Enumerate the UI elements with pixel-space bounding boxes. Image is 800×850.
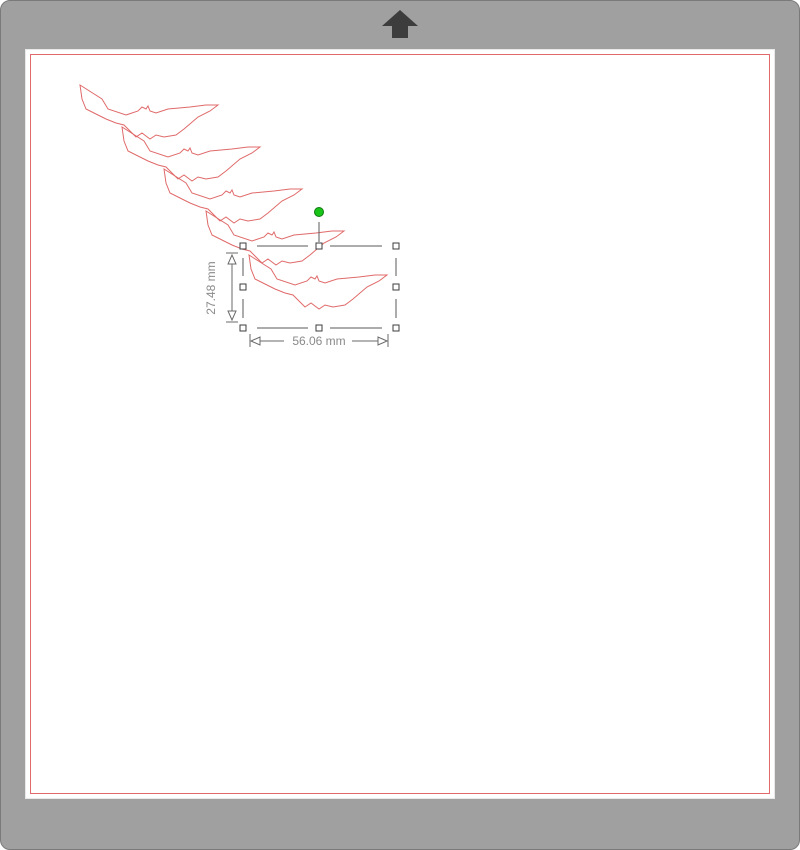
- resize-handle-top[interactable]: [315, 242, 323, 250]
- resize-handle-top-right[interactable]: [392, 242, 400, 250]
- resize-handle-right[interactable]: [392, 283, 400, 291]
- load-mat-button[interactable]: [380, 8, 420, 40]
- resize-handle-top-left[interactable]: [239, 242, 247, 250]
- rotate-handle-icon[interactable]: [314, 207, 324, 217]
- resize-handle-bottom-left[interactable]: [239, 324, 247, 332]
- cut-boundary: [30, 54, 770, 794]
- cut-area[interactable]: [25, 49, 775, 799]
- resize-handle-left[interactable]: [239, 283, 247, 291]
- resize-handle-bottom-right[interactable]: [392, 324, 400, 332]
- arrow-up-icon: [382, 10, 418, 38]
- resize-handle-bottom[interactable]: [315, 324, 323, 332]
